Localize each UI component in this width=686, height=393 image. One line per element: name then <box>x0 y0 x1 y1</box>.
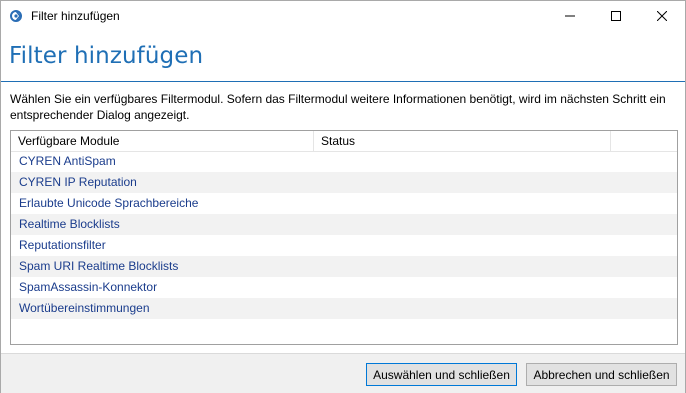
column-header-status[interactable]: Status <box>314 131 611 151</box>
list-item[interactable]: SpamAssassin-Konnektor <box>11 277 677 298</box>
cancel-and-close-button[interactable]: Abbrechen und schließen <box>526 363 677 386</box>
select-and-close-button[interactable]: Auswählen und schließen <box>366 363 517 386</box>
maximize-icon <box>611 11 621 21</box>
minimize-button[interactable] <box>547 1 593 31</box>
window-title: Filter hinzufügen <box>31 9 120 23</box>
close-button[interactable] <box>639 1 685 31</box>
list-rows: CYREN AntiSpam CYREN IP Reputation Erlau… <box>11 151 677 319</box>
close-icon <box>657 11 667 21</box>
header-divider <box>1 81 685 82</box>
module-list[interactable]: Verfügbare Module Status CYREN AntiSpam … <box>10 130 678 345</box>
list-header: Verfügbare Module Status <box>11 131 677 152</box>
app-icon <box>9 9 23 23</box>
page-title: Filter hinzufügen <box>9 43 204 69</box>
list-item[interactable]: CYREN IP Reputation <box>11 172 677 193</box>
dialog-window: Filter hinzufügen Filter hinzufügen Wähl… <box>0 0 686 393</box>
column-header-modules[interactable]: Verfügbare Module <box>11 131 314 151</box>
list-item[interactable]: CYREN AntiSpam <box>11 151 677 172</box>
title-bar[interactable]: Filter hinzufügen <box>1 1 685 31</box>
minimize-icon <box>565 15 575 17</box>
maximize-button[interactable] <box>593 1 639 31</box>
list-item[interactable]: Erlaubte Unicode Sprachbereiche <box>11 193 677 214</box>
list-item[interactable]: Reputationsfilter <box>11 235 677 256</box>
list-item[interactable]: Wortübereinstimmungen <box>11 298 677 319</box>
description-text: Wählen Sie ein verfügbares Filtermodul. … <box>10 92 666 122</box>
list-item[interactable]: Spam URI Realtime Blocklists <box>11 256 677 277</box>
dialog-footer: Auswählen und schließen Abbrechen und sc… <box>1 353 685 393</box>
column-header-empty[interactable] <box>611 131 677 151</box>
list-item[interactable]: Realtime Blocklists <box>11 214 677 235</box>
